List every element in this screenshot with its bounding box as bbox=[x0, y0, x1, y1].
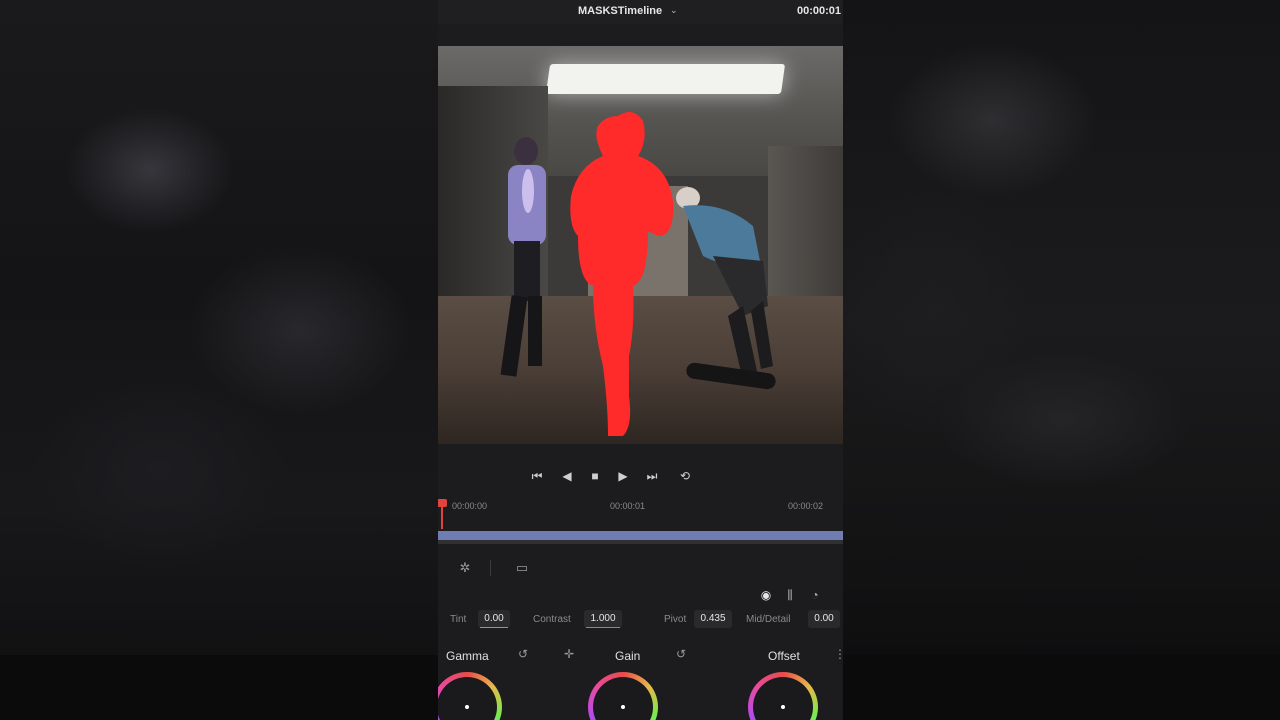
loop-icon[interactable]: ⟲ bbox=[674, 465, 696, 487]
more-icon[interactable]: ⋮ bbox=[834, 647, 843, 661]
wheel-puck[interactable] bbox=[621, 705, 625, 709]
contrast-label: Contrast bbox=[533, 614, 571, 625]
person-skater-figure bbox=[676, 187, 773, 381]
log-wheels-icon[interactable]: ◔ bbox=[806, 586, 824, 604]
magic-mask-overlay bbox=[570, 112, 674, 436]
gain-label: Gain bbox=[615, 649, 641, 663]
timeline-track[interactable] bbox=[438, 531, 843, 540]
primaries-bars-icon[interactable]: ⫼ bbox=[781, 586, 799, 604]
blurred-backdrop-left bbox=[0, 0, 438, 720]
pivot-value: 0.435 bbox=[700, 613, 726, 624]
clip-view-icon[interactable]: ▭ bbox=[511, 558, 533, 578]
timeline-ruler[interactable]: 00:00:00 00:00:01 00:00:02 bbox=[438, 497, 843, 517]
pivot-label: Pivot bbox=[664, 614, 687, 625]
blurred-backdrop-right bbox=[843, 0, 1280, 720]
timecode: 00:00:01 bbox=[796, 5, 841, 17]
wheel-mode-selector: ◉ ⫼ ◔ bbox=[438, 586, 843, 606]
person-left-figure bbox=[500, 137, 546, 377]
ruler-label: 00:00:02 bbox=[788, 501, 824, 511]
color-wheels-header: Gamma ↺ ✛ Gain ↺ Offset ⋮ bbox=[438, 646, 843, 666]
wheel-puck[interactable] bbox=[781, 705, 785, 709]
reset-icon[interactable]: ↺ bbox=[518, 647, 528, 661]
wheel-center[interactable] bbox=[753, 677, 813, 720]
gain-wheel[interactable] bbox=[588, 672, 658, 720]
picker-icon[interactable]: ✛ bbox=[564, 647, 574, 661]
chevron-down-icon[interactable]: ⌄ bbox=[670, 5, 678, 16]
wheel-center[interactable] bbox=[593, 677, 653, 720]
skip-to-start-icon[interactable]: ⏮ bbox=[526, 465, 548, 487]
wheel-center[interactable] bbox=[438, 677, 497, 720]
stop-icon[interactable]: ■ bbox=[584, 465, 606, 487]
contrast-value: 1.000 bbox=[590, 613, 616, 624]
ruler-label: 00:00:01 bbox=[610, 501, 646, 511]
primaries-wheels-icon[interactable]: ◉ bbox=[757, 586, 775, 604]
tint-value-field[interactable]: 0.00 bbox=[478, 610, 510, 628]
title-bar: MASKSTimeline ⌄ 00:00:01 bbox=[438, 0, 843, 24]
ceiling-light bbox=[545, 64, 786, 94]
video-viewer[interactable] bbox=[438, 46, 843, 444]
timeline-name[interactable]: MASKSTimeline bbox=[578, 5, 662, 17]
middetail-value-field[interactable]: 0.00 bbox=[808, 610, 840, 628]
reset-icon[interactable]: ↺ bbox=[676, 647, 686, 661]
contrast-value-field[interactable]: 1.000 bbox=[584, 610, 622, 628]
color-page-app: MASKSTimeline ⌄ 00:00:01 ⏮ ◀ ■ ▶ ⏭ ⟲ 00:… bbox=[438, 0, 843, 720]
gamma-label: Gamma bbox=[446, 649, 489, 663]
playhead-handle[interactable] bbox=[438, 499, 447, 507]
step-back-icon[interactable]: ◀ bbox=[556, 465, 578, 487]
middetail-label: Mid/Detail bbox=[746, 614, 791, 625]
magic-mask-icon[interactable]: ✲ bbox=[454, 558, 476, 578]
offset-label: Offset bbox=[768, 649, 800, 663]
pivot-value-field[interactable]: 0.435 bbox=[694, 610, 732, 628]
wheel-puck[interactable] bbox=[465, 705, 469, 709]
primary-params-row: Tint 0.00 Contrast 1.000 Pivot 0.435 Mid… bbox=[438, 608, 843, 632]
skip-to-end-icon[interactable]: ⏭ bbox=[641, 465, 663, 487]
divider bbox=[490, 560, 491, 576]
play-icon[interactable]: ▶ bbox=[612, 465, 634, 487]
timeline-track-underline bbox=[438, 540, 843, 544]
ruler-label: 00:00:00 bbox=[452, 501, 488, 511]
offset-wheel[interactable] bbox=[748, 672, 818, 720]
node-tools-bar: ✲ ▭ bbox=[438, 552, 843, 584]
playhead[interactable] bbox=[438, 499, 447, 529]
middetail-value: 0.00 bbox=[814, 613, 834, 624]
field-underline bbox=[480, 627, 508, 628]
gamma-wheel[interactable] bbox=[438, 672, 502, 720]
field-underline bbox=[586, 627, 620, 628]
tint-label: Tint bbox=[450, 614, 467, 625]
transport-controls: ⏮ ◀ ■ ▶ ⏭ ⟲ bbox=[438, 465, 843, 495]
tint-value: 0.00 bbox=[484, 613, 504, 624]
